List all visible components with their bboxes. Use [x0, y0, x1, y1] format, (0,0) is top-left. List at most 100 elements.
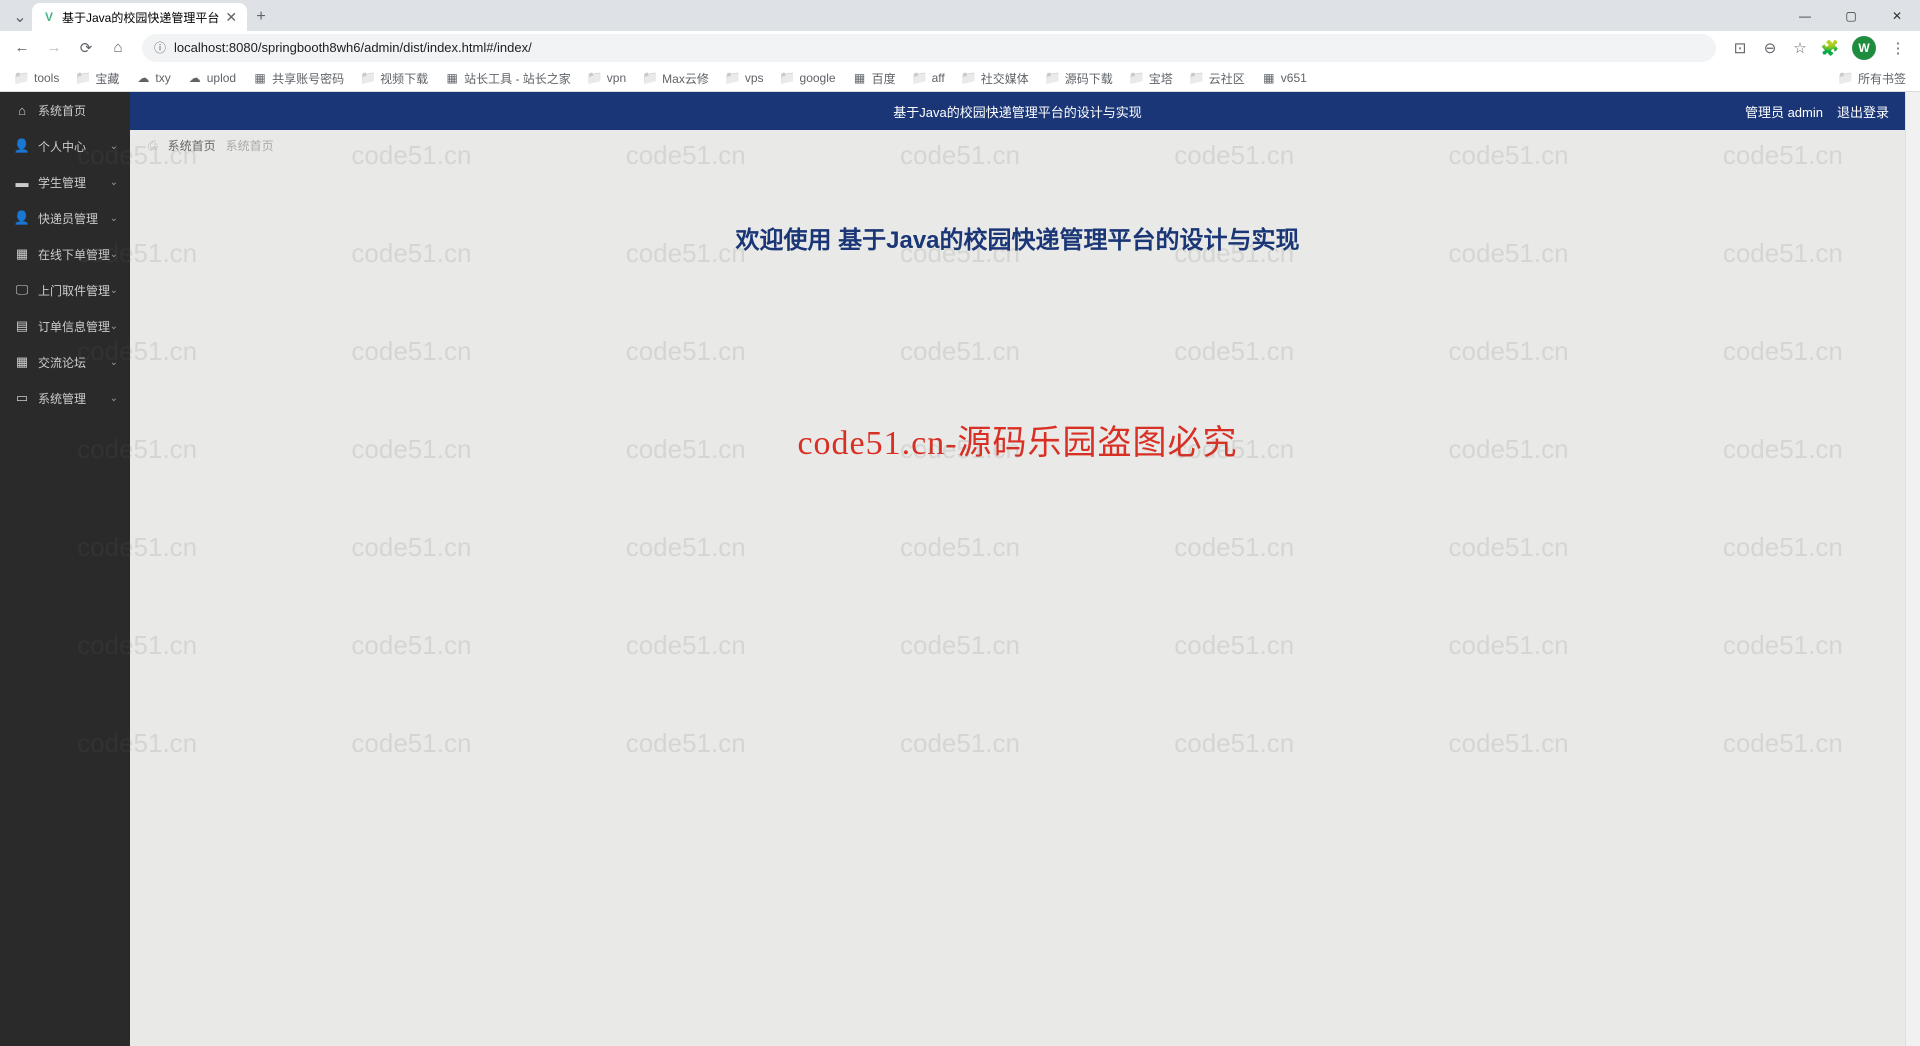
- home-button[interactable]: ⌂: [104, 34, 132, 62]
- bookmark-item[interactable]: ▦站长工具 - 站长之家: [438, 68, 577, 89]
- bookmark-item[interactable]: ▦百度: [846, 68, 902, 89]
- tab-search-dropdown[interactable]: ⌄: [8, 3, 32, 31]
- maximize-button[interactable]: ▢: [1828, 0, 1874, 31]
- folder-icon: [360, 70, 376, 86]
- breadcrumb-item-0[interactable]: 系统首页: [168, 137, 216, 154]
- chevron-down-icon: ⌄: [110, 357, 118, 368]
- bookmark-item[interactable]: Max云修: [636, 68, 715, 89]
- browser-chrome: ⌄ V 基于Java的校园快递管理平台 ✕ + — ▢ ✕ ← → ⟳ ⌂ ⓘ …: [0, 0, 1920, 92]
- chevron-down-icon: ⌄: [110, 141, 118, 152]
- close-tab-icon[interactable]: ✕: [225, 9, 237, 26]
- all-bookmarks-button[interactable]: 所有书签: [1832, 68, 1912, 89]
- bookmark-star-icon[interactable]: ☆: [1786, 34, 1814, 62]
- url-text: localhost:8080/springbooth8wh6/admin/dis…: [174, 40, 1704, 55]
- bookmark-label: 视频下载: [380, 70, 428, 87]
- back-button[interactable]: ←: [8, 34, 36, 62]
- user-icon: 👤: [14, 138, 30, 154]
- chevron-down-icon: ⌄: [110, 249, 118, 260]
- content-area: 欢迎使用 基于Java的校园快递管理平台的设计与实现 code51.cn-源码乐…: [130, 160, 1905, 1046]
- bookmark-item[interactable]: ▦共享账号密码: [246, 68, 350, 89]
- chevron-down-icon: ⌄: [110, 285, 118, 296]
- site-info-icon[interactable]: ⓘ: [154, 39, 166, 56]
- breadcrumb-item-1: 系统首页: [226, 137, 274, 154]
- sidebar-item-4[interactable]: ▦在线下单管理⌄: [0, 236, 130, 272]
- sidebar-item-label: 系统首页: [38, 102, 86, 119]
- folder-icon: [75, 70, 91, 86]
- bookmark-item[interactable]: ☁uplod: [181, 68, 242, 88]
- page-icon: ▦: [444, 70, 460, 86]
- sidebar-item-6[interactable]: ▤订单信息管理⌄: [0, 308, 130, 344]
- chevron-down-icon: ⌄: [110, 177, 118, 188]
- close-window-button[interactable]: ✕: [1874, 0, 1920, 31]
- tab-strip: ⌄ V 基于Java的校园快递管理平台 ✕ + — ▢ ✕: [0, 0, 1920, 31]
- folder-icon: [912, 70, 928, 86]
- bookmark-item[interactable]: 宝藏: [69, 68, 125, 89]
- bookmark-item[interactable]: ☁txy: [129, 68, 176, 88]
- folder-icon: [642, 70, 658, 86]
- gtranslate-icon[interactable]: ⊡: [1726, 34, 1754, 62]
- chart-icon: ▤: [14, 318, 30, 334]
- sidebar-item-8[interactable]: ▭ 系统管理 ⌄: [0, 380, 130, 416]
- folder-icon: [1045, 70, 1061, 86]
- bookmark-item[interactable]: ▦v651: [1255, 68, 1313, 88]
- bookmark-item[interactable]: google: [774, 68, 842, 88]
- bookmark-item[interactable]: aff: [906, 68, 951, 88]
- main-area: 基于Java的校园快递管理平台的设计与实现 管理员 admin 退出登录 ⎙ 系…: [130, 92, 1905, 1046]
- sidebar-item-5[interactable]: 🖵上门取件管理⌄: [0, 272, 130, 308]
- profile-avatar[interactable]: W: [1852, 36, 1876, 60]
- bookmark-item[interactable]: vps: [719, 68, 770, 88]
- new-tab-button[interactable]: +: [247, 3, 275, 31]
- home-icon: ⌂: [14, 102, 30, 118]
- browser-tab[interactable]: V 基于Java的校园快递管理平台 ✕: [32, 3, 247, 31]
- courier-icon: 👤: [14, 210, 30, 226]
- bookmark-label: 百度: [872, 70, 896, 87]
- bookmarks-bar: tools 宝藏 ☁txy☁uplod▦共享账号密码 视频下载 ▦站长工具 - 站长之家…: [0, 64, 1920, 92]
- folder-icon: [780, 70, 796, 86]
- scrollbar[interactable]: [1905, 92, 1920, 1046]
- sidebar-item-0[interactable]: ⌂ 系统首页: [0, 92, 130, 128]
- bookmark-item[interactable]: 视频下载: [354, 68, 434, 89]
- grid-icon: ▦: [14, 246, 30, 262]
- bookmark-label: tools: [34, 71, 59, 85]
- folder-icon: [1129, 70, 1145, 86]
- grid-icon: ▦: [14, 354, 30, 370]
- folder-icon: [725, 70, 741, 86]
- bookmark-item[interactable]: 社交媒体: [955, 68, 1035, 89]
- bookmark-icon: ▭: [14, 390, 30, 406]
- minimize-button[interactable]: —: [1782, 0, 1828, 31]
- sidebar-item-label: 快递员管理: [38, 210, 98, 227]
- bookmark-label: aff: [932, 71, 945, 85]
- chevron-down-icon: ⌄: [110, 321, 118, 332]
- sidebar-item-label: 个人中心: [38, 138, 86, 155]
- folder-icon: [1189, 70, 1205, 86]
- bookmark-label: google: [800, 71, 836, 85]
- bookmark-label: Max云修: [662, 70, 709, 87]
- sidebar-item-2[interactable]: ▬学生管理⌄: [0, 164, 130, 200]
- tab-title: 基于Java的校园快递管理平台: [62, 9, 219, 26]
- sidebar-item-label: 系统管理: [38, 390, 86, 407]
- bookmark-item[interactable]: 云社区: [1183, 68, 1251, 89]
- reload-button[interactable]: ⟳: [72, 34, 100, 62]
- monitor-icon: 🖵: [14, 282, 30, 298]
- admin-label[interactable]: 管理员 admin: [1745, 102, 1823, 121]
- extensions-icon[interactable]: 🧩: [1816, 34, 1844, 62]
- menu-icon[interactable]: ⋮: [1884, 34, 1912, 62]
- bookmark-item[interactable]: 宝塔: [1123, 68, 1179, 89]
- bookmark-item[interactable]: tools: [8, 68, 65, 88]
- logout-button[interactable]: 退出登录: [1837, 102, 1889, 121]
- address-bar[interactable]: ⓘ localhost:8080/springbooth8wh6/admin/d…: [142, 34, 1716, 62]
- chevron-down-icon: ⌄: [110, 393, 118, 404]
- welcome-heading: 欢迎使用 基于Java的校园快递管理平台的设计与实现: [735, 220, 1299, 255]
- sidebar-item-3[interactable]: 👤快递员管理⌄: [0, 200, 130, 236]
- forward-button[interactable]: →: [40, 34, 68, 62]
- bookmark-label: 宝塔: [1149, 70, 1173, 87]
- bookmark-label: 社交媒体: [981, 70, 1029, 87]
- bookmark-label: 所有书签: [1858, 70, 1906, 87]
- sidebar-item-1[interactable]: 👤 个人中心 ⌄: [0, 128, 130, 164]
- bookmark-item[interactable]: vpn: [581, 68, 632, 88]
- zoom-icon[interactable]: ⊖: [1756, 34, 1784, 62]
- bookmark-label: 宝藏: [95, 70, 119, 87]
- sidebar-item-7[interactable]: ▦交流论坛⌄: [0, 344, 130, 380]
- bookmark-label: 云社区: [1209, 70, 1245, 87]
- bookmark-item[interactable]: 源码下载: [1039, 68, 1119, 89]
